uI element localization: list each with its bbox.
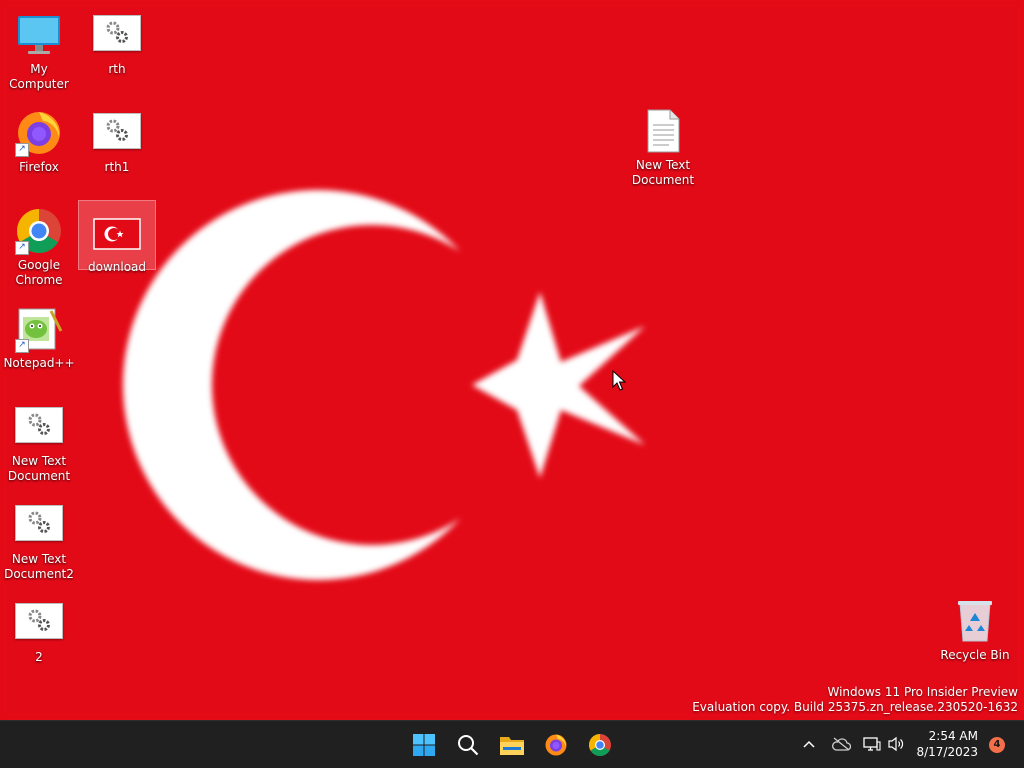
desktop-icon-label: Notepad++ [3, 356, 75, 370]
shortcut-arrow-icon: ↗ [15, 339, 29, 353]
desktop-icon-new-text-document[interactable]: New Text Document [1, 395, 77, 484]
file-explorer-button[interactable] [494, 727, 530, 763]
monitor-icon [15, 11, 63, 59]
config-file-icon [15, 403, 63, 451]
desktop-icon-rth1[interactable]: rth1 [79, 101, 155, 175]
firefox-icon: ↗ [15, 109, 63, 157]
network-tray-button[interactable] [861, 733, 883, 755]
taskbar-clock[interactable]: 2:54 AM 8/17/2023 [898, 728, 978, 760]
desktop-icon-2[interactable]: 2 [1, 591, 77, 665]
onedrive-tray-button[interactable] [830, 733, 852, 755]
config-file-icon [93, 11, 141, 59]
config-file-icon [15, 501, 63, 549]
recycle-bin-icon [951, 597, 999, 645]
desktop-icon-google-chrome[interactable]: ↗ Google Chrome [1, 199, 77, 288]
desktop-icon-label: rth [108, 62, 126, 76]
show-hidden-icons-button[interactable] [798, 733, 820, 755]
desktop-icon-new-text-document-txt[interactable]: New Text Document [625, 99, 701, 188]
desktop-icon-new-text-document2[interactable]: New Text Document2 [1, 493, 77, 582]
search-button[interactable] [450, 727, 486, 763]
desktop-icon-recycle-bin[interactable]: Recycle Bin [937, 589, 1013, 663]
shortcut-arrow-icon: ↗ [15, 241, 29, 255]
config-file-icon [93, 109, 141, 157]
chrome-icon: ↗ [15, 207, 63, 255]
desktop-icon-label: Recycle Bin [940, 648, 1010, 662]
desktop-icon-label: 2 [35, 650, 43, 664]
clock-date: 8/17/2023 [916, 745, 978, 759]
watermark-build: Evaluation copy. Build 25375.zn_release.… [692, 700, 1018, 714]
desktop-icon-label: download [87, 260, 147, 274]
desktop[interactable]: My Computer rth ↗ Firefox rth1 ↗ Google … [0, 0, 1024, 720]
firefox-icon [545, 734, 567, 756]
config-file-icon [15, 599, 63, 647]
shortcut-arrow-icon: ↗ [15, 143, 29, 157]
chrome-icon [589, 734, 611, 756]
chrome-taskbar-button[interactable] [582, 727, 618, 763]
notification-count-badge[interactable]: 4 [989, 737, 1005, 753]
desktop-icon-notepad-plus-plus[interactable]: ↗ Notepad++ [1, 297, 77, 371]
file-explorer-icon [500, 737, 524, 755]
start-button[interactable] [406, 727, 442, 763]
clock-time: 2:54 AM [928, 729, 978, 743]
search-icon [458, 735, 479, 756]
desktop-icon-label: My Computer [9, 62, 69, 91]
taskbar: 2:54 AM 8/17/2023 4 [0, 720, 1024, 768]
desktop-icon-label: Google Chrome [15, 258, 63, 287]
network-icon [863, 737, 881, 751]
firefox-taskbar-button[interactable] [538, 727, 574, 763]
desktop-icon-my-computer[interactable]: My Computer [1, 3, 77, 92]
desktop-icon-download[interactable]: download [78, 200, 156, 274]
chevron-up-icon [803, 740, 815, 748]
notepad-plus-plus-icon: ↗ [15, 305, 63, 353]
text-file-icon [639, 107, 687, 155]
watermark-edition: Windows 11 Pro Insider Preview [827, 685, 1018, 699]
desktop-icon-label: rth1 [104, 160, 130, 174]
windows-evaluation-watermark: Windows 11 Pro Insider Preview Evaluatio… [692, 685, 1018, 715]
onedrive-cloud-icon [832, 737, 851, 751]
desktop-icon-firefox[interactable]: ↗ Firefox [1, 101, 77, 175]
desktop-icon-label: Firefox [19, 160, 59, 174]
desktop-icon-label: New Text Document2 [4, 552, 74, 581]
turkish-flag-image-icon [93, 209, 141, 257]
desktop-icon-label: New Text Document [631, 158, 695, 187]
desktop-icon-rth[interactable]: rth [79, 3, 155, 77]
start-icon [413, 734, 435, 756]
desktop-icon-label: New Text Document [7, 454, 71, 483]
mouse-cursor-icon [612, 370, 626, 391]
